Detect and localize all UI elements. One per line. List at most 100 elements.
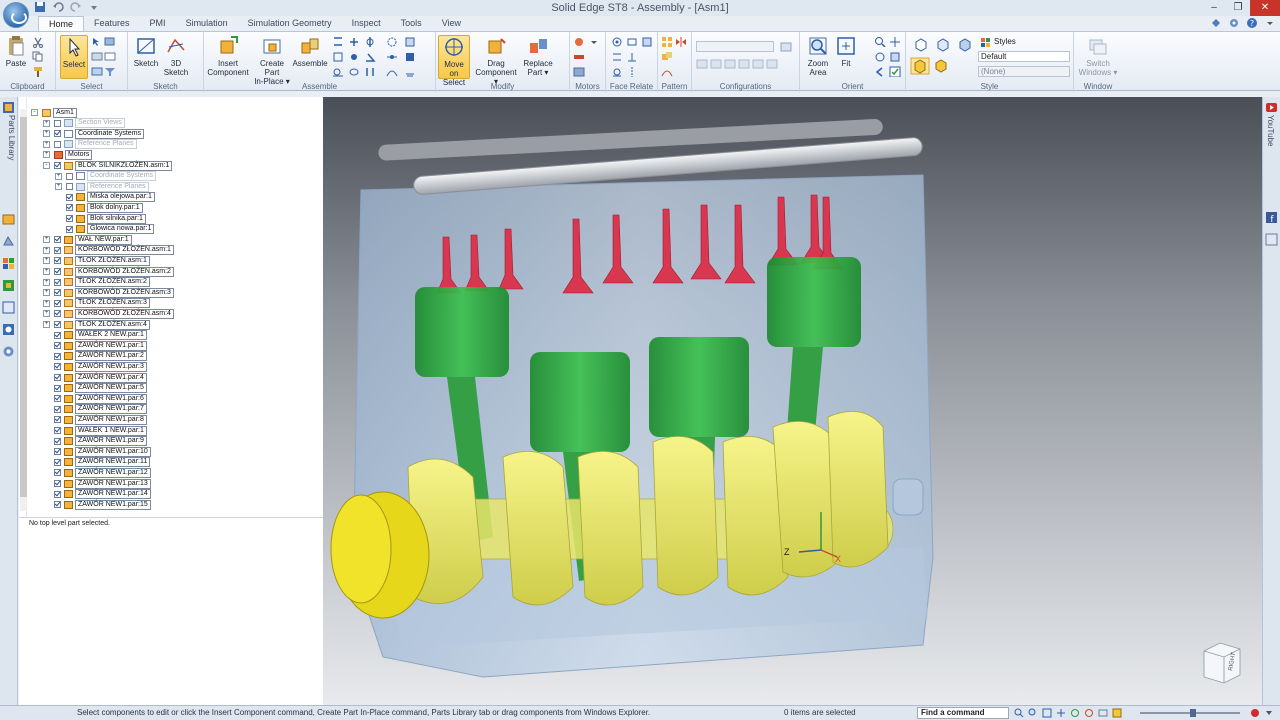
tree-item[interactable]: ZAWÓR NEW1.par:2 xyxy=(43,351,147,362)
rotational-motor-icon[interactable] xyxy=(573,36,585,47)
tree-visibility-checkbox[interactable] xyxy=(66,225,73,233)
tree-item[interactable]: ZAWÓR NEW1.par:4 xyxy=(43,372,147,383)
relate-gear-icon[interactable] xyxy=(386,36,398,47)
tree-visibility-checkbox[interactable] xyxy=(54,299,61,307)
tree-item[interactable]: ZAWÓR NEW1.par:10 xyxy=(43,446,151,457)
drag-component-button[interactable]: Drag Component ▾ xyxy=(474,35,518,86)
tree-item[interactable]: ZAWÓR NEW1.par:15 xyxy=(43,499,151,510)
tree-expander[interactable]: + xyxy=(43,268,50,275)
tree-visibility-checkbox[interactable] xyxy=(54,278,61,286)
tree-item[interactable]: + WAŁ NEW.par:1 xyxy=(43,234,132,245)
tree-visibility-checkbox[interactable] xyxy=(54,289,61,297)
tree-expander[interactable]: + xyxy=(43,140,50,148)
create-part-in-place-button[interactable]: Create Part In-Place ▾ xyxy=(252,35,292,86)
tree-visibility-checkbox[interactable] xyxy=(66,183,73,191)
style-sb-icon[interactable] xyxy=(1112,708,1122,718)
tab-home[interactable]: Home xyxy=(38,16,85,32)
restore-button[interactable]: ❐ xyxy=(1226,0,1250,16)
crank-pulley-end[interactable] xyxy=(892,478,924,516)
copy-icon[interactable] xyxy=(32,51,44,62)
tree-visibility-checkbox[interactable] xyxy=(66,204,73,212)
tree-item[interactable]: + Reference Planes xyxy=(43,139,137,150)
tree-item[interactable]: + KORBOWÓD ZŁOŻEN.asm:2 xyxy=(43,266,174,277)
pan-sb-icon[interactable] xyxy=(1056,708,1066,718)
select-tools-pane-icon[interactable] xyxy=(2,323,15,336)
tab-pmi[interactable]: PMI xyxy=(140,16,176,32)
tree-expander[interactable]: + xyxy=(43,130,50,138)
tree-item[interactable]: ZAWÓR NEW1.par:3 xyxy=(43,361,147,372)
tab-simulation[interactable]: Simulation xyxy=(176,16,238,32)
view-cube[interactable]: RIGHT xyxy=(1196,639,1244,687)
concentric-icon[interactable] xyxy=(611,36,623,47)
config-3-icon[interactable] xyxy=(724,58,736,69)
show-icon[interactable] xyxy=(104,51,116,62)
configuration-select[interactable] xyxy=(696,41,774,52)
tree-item[interactable]: WAŁEK 1 NEW.par:1 xyxy=(43,425,147,436)
tangent-face-icon[interactable] xyxy=(611,66,623,77)
assemble-button[interactable]: Assemble xyxy=(292,35,328,68)
teamcenter-icon[interactable] xyxy=(2,279,15,292)
view-cube-iso-icon[interactable] xyxy=(914,38,928,52)
configuration-manager-icon[interactable] xyxy=(780,41,792,52)
tree-item[interactable]: + KORBOWÓD ZŁOŻEN.asm:3 xyxy=(43,287,174,298)
tree-item[interactable]: + Coordinate Systems xyxy=(55,171,157,182)
relate-mate-icon[interactable] xyxy=(332,36,344,47)
tree-visibility-checkbox[interactable] xyxy=(54,458,61,466)
relate-tangent-icon[interactable] xyxy=(332,66,344,77)
tree-item[interactable]: ZAWÓR NEW1.par:8 xyxy=(43,414,147,425)
fit-button[interactable]: Fit xyxy=(834,35,858,68)
assembly-relations-icon[interactable] xyxy=(2,345,15,358)
tab-view[interactable]: View xyxy=(432,16,471,32)
parts-library-tab[interactable]: Parts Library xyxy=(2,115,16,175)
switch-windows-button[interactable]: Switch Windows ▾ xyxy=(1076,35,1120,77)
tree-item[interactable]: ZAWÓR NEW1.par:7 xyxy=(43,404,147,415)
select-tools-icon[interactable] xyxy=(91,36,103,47)
tree-item[interactable]: - Asm1 xyxy=(31,107,77,118)
tab-tools[interactable]: Tools xyxy=(391,16,432,32)
tree-item[interactable]: + TŁOK ZŁOŻEN.asm:4 xyxy=(43,319,150,330)
tree-visibility-checkbox[interactable] xyxy=(54,268,61,275)
hide-icon[interactable] xyxy=(91,51,103,62)
tree-visibility-checkbox[interactable] xyxy=(54,480,61,487)
youtube-tab[interactable]: YouTube xyxy=(1266,115,1275,146)
tree-item[interactable]: Glowica nowa.par:1 xyxy=(55,224,155,235)
select-button[interactable]: Select xyxy=(60,35,88,79)
zoom-area-sb-icon[interactable] xyxy=(1014,708,1024,718)
tree-visibility-checkbox[interactable] xyxy=(54,130,61,138)
tree-expander[interactable]: + xyxy=(43,299,50,307)
tree-visibility-checkbox[interactable] xyxy=(54,384,61,392)
family-members-icon[interactable] xyxy=(2,301,15,314)
config-2-icon[interactable] xyxy=(710,58,722,69)
tree-item[interactable]: - BLOK SILNIKZŁOŻEN.asm:1 xyxy=(43,160,173,171)
minimize-button[interactable]: – xyxy=(1202,0,1226,16)
tree-visibility-checkbox[interactable] xyxy=(54,342,61,350)
mirror-icon[interactable] xyxy=(675,36,687,47)
parallel-face-icon[interactable] xyxy=(611,51,623,62)
tree-visibility-checkbox[interactable] xyxy=(54,374,61,381)
tree-visibility-checkbox[interactable] xyxy=(66,215,73,222)
zoom-area-button[interactable]: Zoom Area xyxy=(804,35,832,77)
relate-axial-icon[interactable] xyxy=(364,36,376,47)
symmetric-icon[interactable] xyxy=(626,66,638,77)
zone-icon[interactable] xyxy=(91,66,103,77)
close-button[interactable]: ✕ xyxy=(1250,0,1280,16)
tree-item[interactable]: + Coordinate Systems xyxy=(43,128,145,139)
tree-item[interactable]: + KORBOWÓD ZŁOŻEN.asm:1 xyxy=(43,245,174,256)
tree-visibility-checkbox[interactable] xyxy=(54,416,61,424)
select-filter-icon[interactable] xyxy=(104,66,116,77)
tree-item[interactable]: + TŁOK ZŁOŻEN.asm:1 xyxy=(43,255,150,266)
tree-visibility-checkbox[interactable] xyxy=(54,437,61,445)
tree-visibility-checkbox[interactable] xyxy=(66,172,73,180)
duplicate-icon[interactable] xyxy=(661,51,673,62)
tree-visibility-checkbox[interactable] xyxy=(54,363,61,371)
cut-icon[interactable] xyxy=(32,37,44,48)
previous-view-icon[interactable] xyxy=(874,66,886,77)
tree-item[interactable]: ZAWÓR NEW1.par:5 xyxy=(43,383,147,394)
relate-angle-icon[interactable] xyxy=(364,51,376,62)
tree-visibility-checkbox[interactable] xyxy=(54,321,61,328)
view-check-icon[interactable] xyxy=(889,66,901,77)
record-icon[interactable] xyxy=(1250,708,1260,718)
tree-visibility-checkbox[interactable] xyxy=(54,352,61,360)
tree-item[interactable]: + KORBOWÓD ZŁOŻEN.asm:4 xyxy=(43,308,174,319)
style-select[interactable]: Default xyxy=(978,51,1070,62)
